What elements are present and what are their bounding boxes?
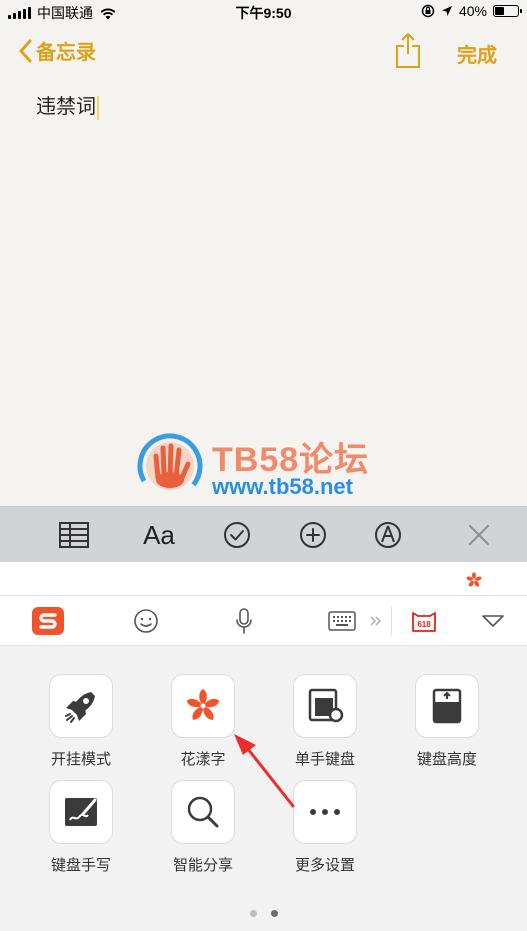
emoji-icon (134, 609, 158, 633)
tile-cheat-mode[interactable]: 开挂模式 (31, 674, 131, 769)
flower-sparkle-icon[interactable] (466, 572, 482, 588)
tmall-618-button[interactable]: 618 (409, 604, 439, 638)
tile-smart-share[interactable]: 智能分享 (153, 780, 253, 875)
back-button[interactable]: 备忘录 (18, 36, 96, 65)
triangle-down-icon (482, 615, 504, 627)
note-text: 违禁词 (36, 96, 96, 118)
tile-flower-text[interactable]: 花漾字 (153, 674, 253, 769)
tile-keyboard-height[interactable]: 键盘高度 (397, 674, 497, 769)
search-icon (187, 796, 219, 828)
tile-one-hand-keyboard[interactable]: 单手键盘 (275, 674, 375, 769)
text-style-button[interactable]: Aa (136, 519, 182, 551)
tile-label: 更多设置 (294, 857, 355, 874)
tile-more-settings[interactable]: 更多设置 (275, 780, 375, 875)
back-button-label: 备忘录 (36, 42, 96, 64)
markup-button[interactable] (372, 519, 404, 551)
insert-button[interactable] (297, 519, 329, 551)
tmall-618-badge: 618 (417, 620, 431, 629)
status-bar: 中国联通 下午9:50 40% (0, 0, 527, 24)
hide-keyboard-button[interactable] (480, 604, 506, 638)
share-button[interactable] (394, 32, 422, 75)
checklist-button[interactable] (221, 519, 253, 551)
chevron-left-icon (19, 39, 32, 62)
done-button[interactable]: 完成 (457, 39, 497, 68)
battery-percent: 40% (458, 3, 487, 19)
feature-panel: 开挂模式 花漾字 单手键盘 键盘高度 键盘手写 智能分享 更多设置 (0, 646, 527, 931)
tile-label: 键盘手写 (50, 857, 111, 874)
tile-label: 单手键盘 (294, 751, 355, 768)
keyboard-switch-button[interactable] (327, 604, 357, 638)
location-icon (441, 6, 452, 16)
page-indicator[interactable] (0, 910, 527, 917)
note-body[interactable]: 违禁词 (36, 90, 99, 120)
tile-label: 开挂模式 (50, 751, 111, 768)
candidate-bar (0, 562, 527, 596)
keyboard-height-icon (432, 688, 462, 724)
watermark: TB58论坛 www.tb58.net (136, 432, 396, 502)
expand-chevron-icon[interactable] (369, 604, 383, 638)
hand-logo-icon (137, 433, 203, 499)
tile-label: 智能分享 (172, 857, 233, 874)
share-icon (396, 33, 420, 68)
voice-button[interactable] (232, 604, 256, 638)
rotation-lock-icon (421, 4, 435, 18)
keyboard-icon (328, 611, 356, 631)
close-toolbar-button[interactable] (464, 519, 494, 551)
table-button[interactable] (58, 519, 90, 551)
pen-circle-icon (375, 522, 401, 548)
flower-icon (186, 689, 220, 720)
rocket-icon (65, 692, 95, 723)
navigation-bar: 备忘录 完成 (0, 24, 527, 80)
plus-circle-icon (300, 522, 326, 548)
handwriting-icon (65, 798, 97, 826)
format-toolbar: Aa (0, 506, 527, 562)
tile-label: 键盘高度 (416, 751, 477, 768)
tmall-cat-icon: 618 (412, 612, 436, 632)
toolbar-divider (391, 606, 392, 636)
tile-handwriting[interactable]: 键盘手写 (31, 780, 131, 875)
page-dot (249, 910, 257, 917)
text-cursor (97, 95, 99, 120)
checkmark-circle-icon (224, 522, 250, 548)
battery-icon (493, 5, 522, 17)
sogou-logo-button[interactable] (30, 604, 66, 638)
emoji-button[interactable] (132, 604, 160, 638)
keyboard-toolbar: 618 (0, 596, 527, 646)
more-icon (310, 809, 340, 815)
close-icon (469, 525, 489, 545)
double-chevron-right-icon (370, 616, 381, 626)
one-hand-keyboard-icon (308, 688, 344, 723)
page-dot-active (270, 910, 278, 917)
microphone-icon (236, 608, 252, 634)
tile-label: 花漾字 (180, 751, 226, 768)
watermark-url: www.tb58.net (212, 474, 353, 499)
table-icon (59, 522, 89, 548)
sogou-logo-icon (32, 607, 64, 635)
